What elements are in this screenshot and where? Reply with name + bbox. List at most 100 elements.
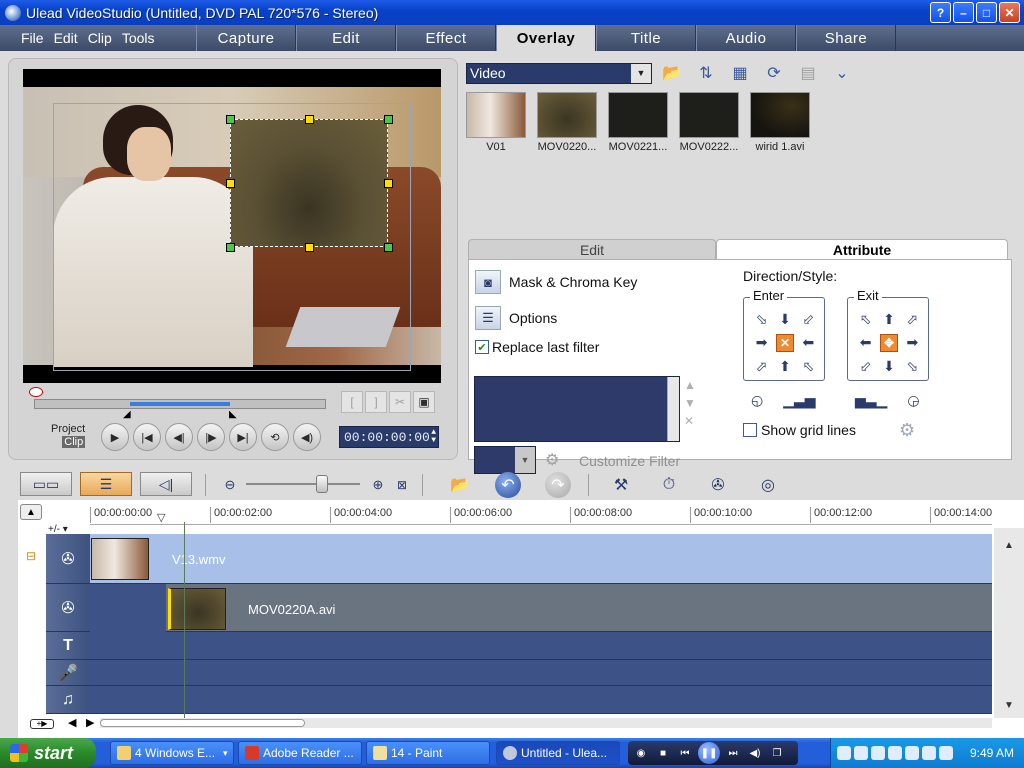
trim-bar[interactable] — [34, 399, 326, 409]
surround-mixer-icon[interactable]: ◎ — [754, 472, 782, 498]
enter-bottom-right-arrow-icon[interactable]: ⬁ — [797, 355, 820, 378]
exit-right-arrow-icon[interactable]: ➡ — [901, 331, 924, 354]
filter-list-scrollbar[interactable] — [667, 377, 679, 441]
exit-top-right-arrow-icon[interactable]: ⬀ — [901, 308, 924, 331]
enter-top-arrow-icon[interactable]: ⬇ — [773, 308, 796, 331]
step-capture[interactable]: Capture — [196, 25, 296, 51]
cut-icon[interactable]: ✂ — [389, 391, 411, 413]
exit-top-arrow-icon[interactable]: ⬆ — [877, 308, 900, 331]
library-item[interactable]: MOV0221... — [608, 92, 668, 153]
close-button[interactable]: ✕ — [999, 2, 1020, 23]
chevron-down-icon[interactable]: ▼ — [631, 63, 651, 83]
resize-handle-b[interactable] — [305, 243, 314, 252]
insert-media-icon[interactable]: 📂 — [446, 472, 474, 498]
remove-filter-icon[interactable]: ✕ — [684, 414, 696, 428]
enter-bottom-left-arrow-icon[interactable]: ⬀ — [750, 355, 773, 378]
overlay-track[interactable]: MOV0220A.avi — [90, 584, 992, 632]
media-player-icon[interactable]: ◉ — [632, 744, 650, 762]
tray-icon[interactable] — [939, 746, 953, 760]
tray-icon[interactable] — [922, 746, 936, 760]
batch-convert-icon[interactable]: ⟳ — [760, 61, 788, 85]
playhead-marker-icon[interactable]: ▽ — [157, 511, 165, 524]
menu-file[interactable]: File — [16, 30, 49, 46]
zoom-out-icon[interactable]: ⊖ — [216, 472, 244, 498]
enter-top-left-arrow-icon[interactable]: ⬂ — [750, 308, 773, 331]
tab-edit[interactable]: Edit — [468, 239, 716, 259]
tray-icon[interactable] — [854, 746, 868, 760]
timeline-ruler[interactable]: 00:00:00:00 00:00:02:00 00:00:04:00 00:0… — [90, 503, 992, 525]
enter-right-arrow-icon[interactable]: ⬅ — [797, 331, 820, 354]
volume-icon[interactable]: ◀) — [746, 744, 764, 762]
exit-bottom-left-arrow-icon[interactable]: ⬃ — [854, 355, 877, 378]
overlay-clip-preview[interactable] — [230, 119, 388, 247]
restore-player-icon[interactable]: ❐ — [768, 744, 786, 762]
tray-icon[interactable] — [888, 746, 902, 760]
step-audio[interactable]: Audio — [696, 25, 796, 51]
volume-icon[interactable]: ◀) — [293, 423, 321, 451]
track-manager-icon[interactable]: ⏱ — [655, 472, 683, 498]
play-icon[interactable]: ▶ — [101, 423, 129, 451]
zoom-slider-knob[interactable] — [316, 475, 328, 493]
next-track-icon[interactable]: ⏭ — [724, 744, 742, 762]
clock[interactable]: 9:49 AM — [970, 746, 1014, 760]
rotate-before-pause-icon[interactable]: ◵ — [751, 392, 763, 409]
timeline-view-icon[interactable]: ☰ — [80, 472, 132, 496]
move-up-icon[interactable]: ▲ — [684, 378, 696, 392]
title-track[interactable] — [90, 632, 992, 660]
library-item[interactable]: MOV0222... — [679, 92, 739, 153]
video-clip-thumbnail[interactable] — [91, 538, 149, 580]
show-grid-lines-checkbox[interactable]: Show grid lines — [743, 422, 856, 438]
exit-top-left-arrow-icon[interactable]: ⬁ — [854, 308, 877, 331]
preview-window[interactable] — [23, 69, 441, 383]
enter-top-right-arrow-icon[interactable]: ⬃ — [797, 308, 820, 331]
step-edit[interactable]: Edit — [296, 25, 396, 51]
resize-handle-t[interactable] — [305, 115, 314, 124]
step-effect[interactable]: Effect — [396, 25, 496, 51]
library-manager-icon[interactable]: ▦ — [726, 61, 754, 85]
sort-icon[interactable]: ⇅ — [692, 61, 720, 85]
zoom-slider[interactable] — [246, 483, 360, 485]
app-icon[interactable] — [5, 4, 21, 21]
scroll-left-icon[interactable]: ◀ — [68, 716, 76, 729]
chapter-point-icon[interactable]: ✇ — [704, 472, 732, 498]
enter-bottom-arrow-icon[interactable]: ⬆ — [773, 355, 796, 378]
stop-icon[interactable]: ■ — [654, 744, 672, 762]
resize-handle-tl[interactable] — [226, 115, 235, 124]
options-button[interactable]: ☰ Options — [475, 306, 557, 330]
exit-left-arrow-icon[interactable]: ⬅ — [854, 331, 877, 354]
library-item[interactable]: V01 — [466, 92, 526, 153]
step-overlay[interactable]: Overlay — [496, 25, 596, 51]
maximize-button[interactable]: □ — [976, 2, 997, 23]
enter-left-arrow-icon[interactable]: ➡ — [750, 331, 773, 354]
taskbar-item[interactable]: Untitled - Ulea... — [496, 741, 620, 765]
resize-handle-tr[interactable] — [384, 115, 393, 124]
thumbnail-view-icon[interactable]: ▤ — [794, 61, 822, 85]
fit-project-icon[interactable]: ⊠ — [388, 472, 416, 498]
mark-out-handle-icon[interactable]: ◣ — [229, 409, 237, 420]
start-button[interactable]: start — [0, 738, 96, 768]
scroll-down-icon[interactable]: ▼ — [1004, 700, 1014, 711]
library-item[interactable]: wirid 1.avi — [750, 92, 810, 153]
previous-track-icon[interactable]: ⏮ — [676, 744, 694, 762]
mask-chroma-key-button[interactable]: ◙ Mask & Chroma Key — [475, 270, 637, 294]
move-down-icon[interactable]: ▼ — [684, 396, 696, 410]
resize-handle-br[interactable] — [384, 243, 393, 252]
folder-open-icon[interactable]: 📂 — [658, 61, 686, 85]
timeline-vertical-scrollbar[interactable]: ▲ ▼ — [994, 528, 1024, 718]
mark-in-icon[interactable]: [ — [341, 391, 363, 413]
timecode-spinner-icon[interactable]: ▲ ▼ — [431, 429, 436, 445]
project-label[interactable]: Project — [51, 423, 85, 436]
jog-marker-icon[interactable] — [29, 387, 43, 397]
tab-attribute[interactable]: Attribute — [716, 239, 1008, 259]
rotate-after-pause-icon[interactable]: ◶ — [907, 392, 919, 409]
music-track[interactable] — [90, 686, 992, 714]
taskbar-item[interactable]: 4 Windows E... ▾ — [110, 741, 234, 765]
fade-in-icon[interactable]: ▁▃▅ — [783, 392, 815, 409]
storyboard-view-icon[interactable]: ▭▭ — [20, 472, 72, 496]
taskbar-item[interactable]: Adobe Reader ... — [238, 741, 362, 765]
help-button[interactable]: ? — [930, 2, 951, 23]
audio-view-icon[interactable]: ◁| — [140, 472, 192, 496]
step-title[interactable]: Title — [596, 25, 696, 51]
replace-last-filter-checkbox[interactable]: ✔ Replace last filter — [475, 339, 599, 355]
enlarge-icon[interactable]: ▣ — [413, 391, 435, 413]
